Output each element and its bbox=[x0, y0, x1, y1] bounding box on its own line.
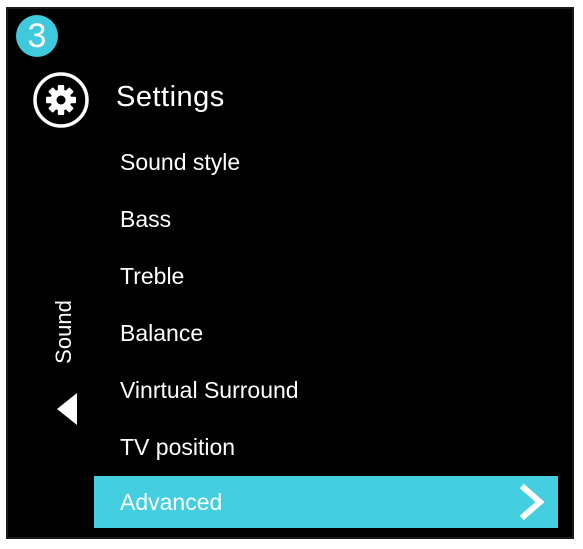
menu-item-sound-style[interactable]: Sound style bbox=[94, 136, 558, 188]
menu-item-label: Advanced bbox=[120, 489, 223, 515]
menu-item-label: Vinrtual Surround bbox=[120, 377, 299, 403]
menu-item-treble[interactable]: Treble bbox=[94, 250, 558, 302]
menu-item-label: TV position bbox=[120, 434, 236, 460]
menu-item-label: Sound style bbox=[120, 149, 241, 175]
settings-menu: Sound style Bass Treble Balance Vinrtual… bbox=[8, 9, 572, 537]
chevron-right-icon bbox=[519, 484, 545, 520]
menu-item-advanced[interactable]: Advanced bbox=[94, 476, 558, 528]
menu-item-bass[interactable]: Bass bbox=[94, 193, 558, 245]
menu-item-virtual-surround[interactable]: Vinrtual Surround bbox=[94, 364, 558, 416]
menu-item-balance[interactable]: Balance bbox=[94, 307, 558, 359]
menu-item-label: Bass bbox=[120, 206, 172, 232]
menu-item-tv-position[interactable]: TV position bbox=[94, 421, 558, 473]
menu-item-label: Treble bbox=[120, 263, 185, 289]
menu-item-label: Balance bbox=[120, 320, 204, 346]
tv-settings-screen: 3 Settings Sound Sound style Bass Treble bbox=[6, 7, 574, 539]
